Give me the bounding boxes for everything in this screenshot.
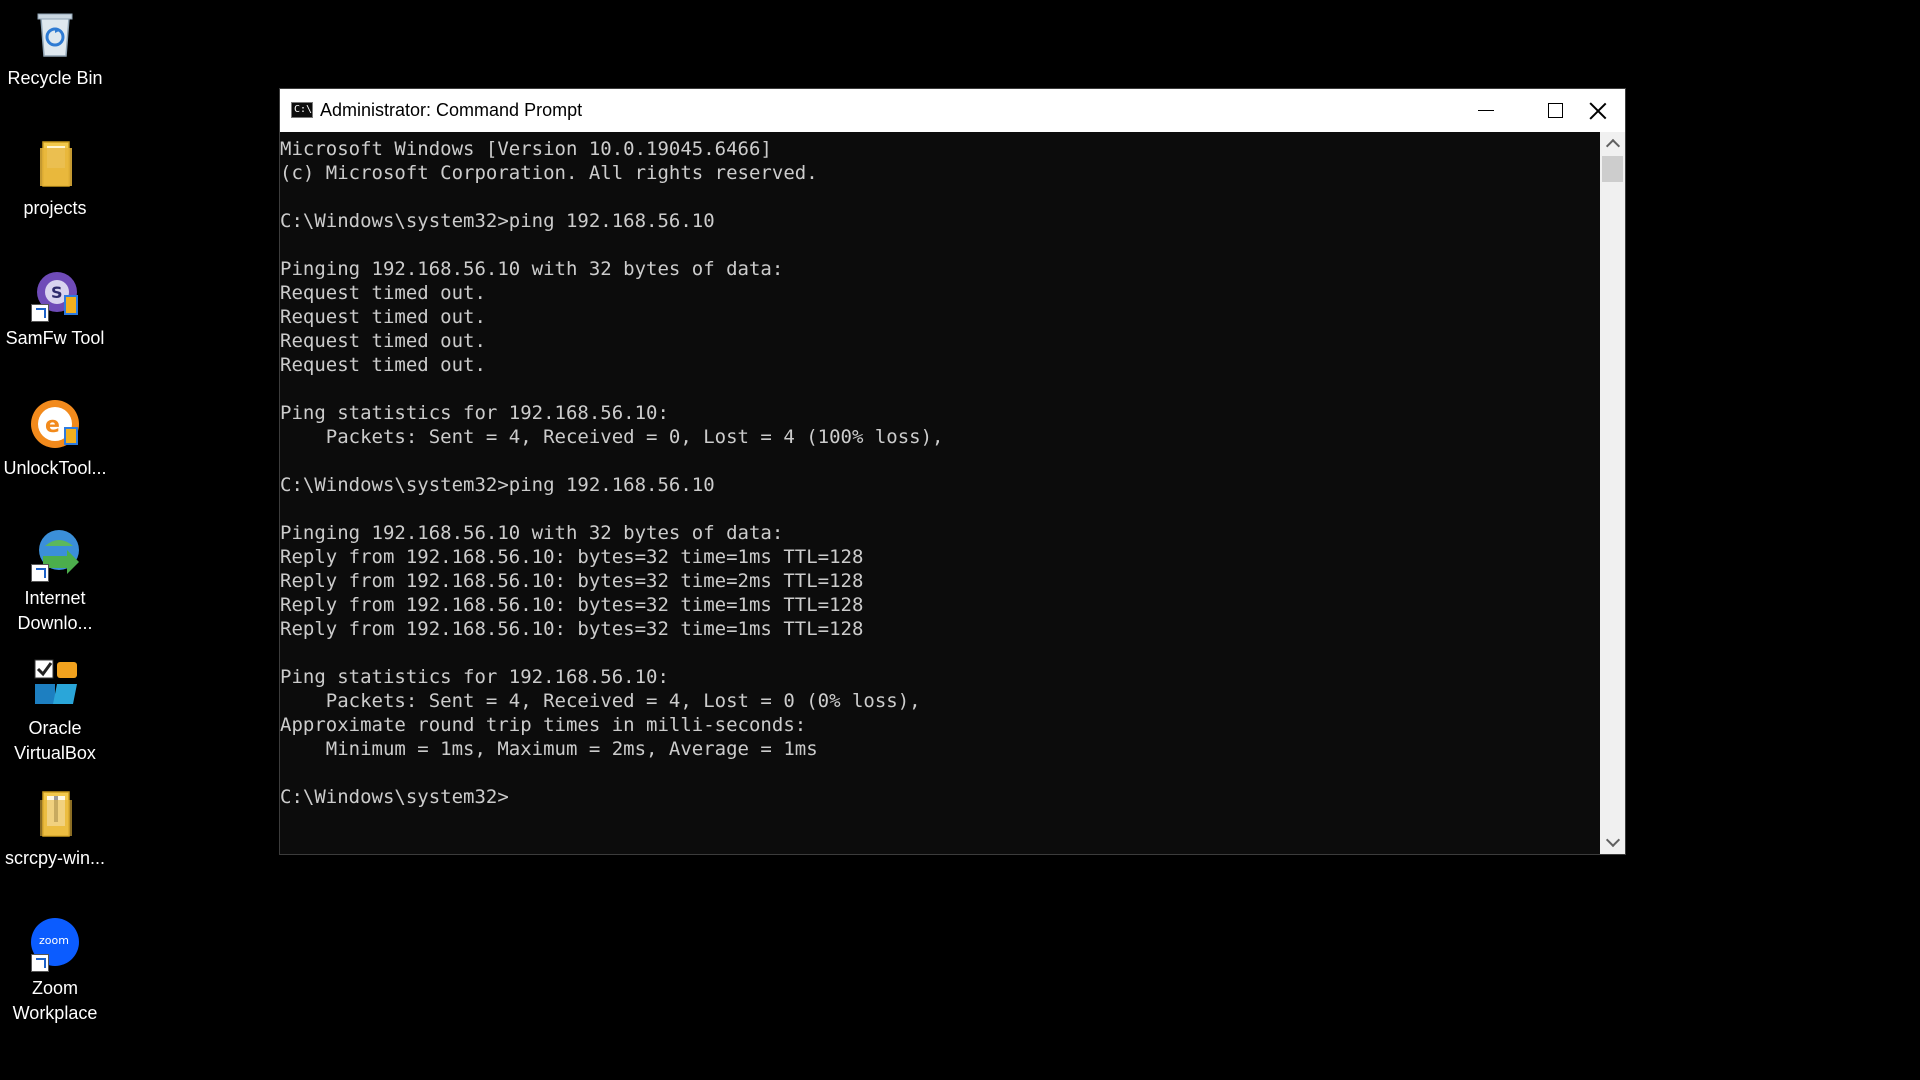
svg-text:S: S xyxy=(51,283,63,302)
desktop-icon-label: UnlockTool... xyxy=(3,458,107,478)
command-prompt-window[interactable]: C:\ Administrator: Command Prompt Micros… xyxy=(280,89,1625,854)
window-title: Administrator: Command Prompt xyxy=(320,100,583,120)
svg-text:e: e xyxy=(45,413,60,438)
console-line: Pinging 192.168.56.10 with 32 bytes of d… xyxy=(280,522,784,544)
unlocktool-icon: e xyxy=(27,396,83,452)
cmd-app-icon-text: C:\ xyxy=(294,104,313,115)
desktop-icon-scrcpy[interactable]: scrcpy-win... xyxy=(0,786,110,871)
desktop-icon-label: projects xyxy=(23,198,87,218)
console-line: Reply from 192.168.56.10: bytes=32 time=… xyxy=(280,570,864,592)
console-line: Packets: Sent = 4, Received = 0, Lost = … xyxy=(280,426,944,448)
console-line: C:\Windows\system32> xyxy=(280,786,509,808)
desktop-icon-label: Internet Downlo... xyxy=(0,586,110,636)
desktop-icon-projects[interactable]: projects xyxy=(0,136,110,221)
console-line: Ping statistics for 192.168.56.10: xyxy=(280,666,669,688)
console-line: Reply from 192.168.56.10: bytes=32 time=… xyxy=(280,594,864,616)
console-line: Request timed out. xyxy=(280,282,486,304)
desktop-icon-zoom-workplace[interactable]: zoom Zoom Workplace xyxy=(0,916,110,1026)
desktop-icon-internet-download-manager[interactable]: Internet Downlo... xyxy=(0,526,110,636)
desktop-icon-samfw-tool[interactable]: S SamFw Tool xyxy=(0,266,110,351)
scroll-up-arrow-icon[interactable] xyxy=(1600,132,1625,154)
console-output[interactable]: Microsoft Windows [Version 10.0.19045.64… xyxy=(280,132,1600,854)
desktop-icon-unlocktool[interactable]: e UnlockTool... xyxy=(0,396,110,481)
minimize-icon xyxy=(1478,110,1494,111)
console-line: Packets: Sent = 4, Received = 4, Lost = … xyxy=(280,690,921,712)
shortcut-arrow-icon xyxy=(31,954,49,972)
minimize-button[interactable] xyxy=(1450,89,1520,132)
desktop-icon-label: SamFw Tool xyxy=(5,328,105,348)
console-line: Minimum = 1ms, Maximum = 2ms, Average = … xyxy=(280,738,818,760)
folder-zip-icon xyxy=(27,786,83,842)
svg-text:zoom: zoom xyxy=(39,934,69,947)
console-line: C:\Windows\system32>ping 192.168.56.10 xyxy=(280,474,715,496)
desktop: Recycle Bin projects S SamFw Tool e Unlo… xyxy=(0,0,1920,1080)
console-line: Microsoft Windows [Version 10.0.19045.64… xyxy=(280,138,772,160)
maximize-button[interactable] xyxy=(1520,89,1590,132)
console-line: (c) Microsoft Corporation. All rights re… xyxy=(280,162,818,184)
console-line: Request timed out. xyxy=(280,306,486,328)
close-icon xyxy=(1588,101,1608,121)
console-text[interactable]: Microsoft Windows [Version 10.0.19045.64… xyxy=(280,132,1600,809)
scrollbar-thumb[interactable] xyxy=(1602,156,1623,182)
zoom-icon: zoom xyxy=(27,916,83,972)
desktop-icon-label-text: Zoom Workplace xyxy=(12,978,98,1023)
console-line: Ping statistics for 192.168.56.10: xyxy=(280,402,669,424)
virtualbox-icon xyxy=(27,656,83,712)
maximize-icon xyxy=(1548,103,1563,118)
recycle-bin-icon xyxy=(27,6,83,62)
close-button[interactable] xyxy=(1590,89,1625,132)
window-titlebar[interactable]: C:\ Administrator: Command Prompt xyxy=(280,89,1625,132)
shortcut-arrow-icon xyxy=(31,564,49,582)
console-line: C:\Windows\system32>ping 192.168.56.10 xyxy=(280,210,715,232)
console-line: Request timed out. xyxy=(280,330,486,352)
internet-download-manager-icon xyxy=(27,526,83,582)
desktop-icon-label: Zoom Workplace xyxy=(0,976,110,1026)
console-line: Pinging 192.168.56.10 with 32 bytes of d… xyxy=(280,258,784,280)
desktop-icon-label: Oracle VirtualBox xyxy=(0,716,110,766)
console-line: Reply from 192.168.56.10: bytes=32 time=… xyxy=(280,618,864,640)
folder-icon xyxy=(27,136,83,192)
console-line: Approximate round trip times in milli-se… xyxy=(280,714,807,736)
desktop-icon-label-text: Oracle VirtualBox xyxy=(14,718,96,763)
vertical-scrollbar[interactable] xyxy=(1600,132,1625,854)
shortcut-arrow-icon xyxy=(31,304,49,322)
scroll-down-arrow-icon[interactable] xyxy=(1600,832,1625,854)
samfw-tool-icon: S xyxy=(27,266,83,322)
desktop-icon-oracle-virtualbox[interactable]: Oracle VirtualBox xyxy=(0,656,110,766)
console-line: Request timed out. xyxy=(280,354,486,376)
desktop-icon-label: Recycle Bin xyxy=(7,68,103,88)
console-line: Reply from 192.168.56.10: bytes=32 time=… xyxy=(280,546,864,568)
cmd-app-icon[interactable]: C:\ xyxy=(291,102,313,118)
desktop-icon-recycle-bin[interactable]: Recycle Bin xyxy=(0,6,110,91)
desktop-icon-label: scrcpy-win... xyxy=(4,848,105,868)
desktop-icon-label-text: Internet Downlo... xyxy=(17,588,93,633)
